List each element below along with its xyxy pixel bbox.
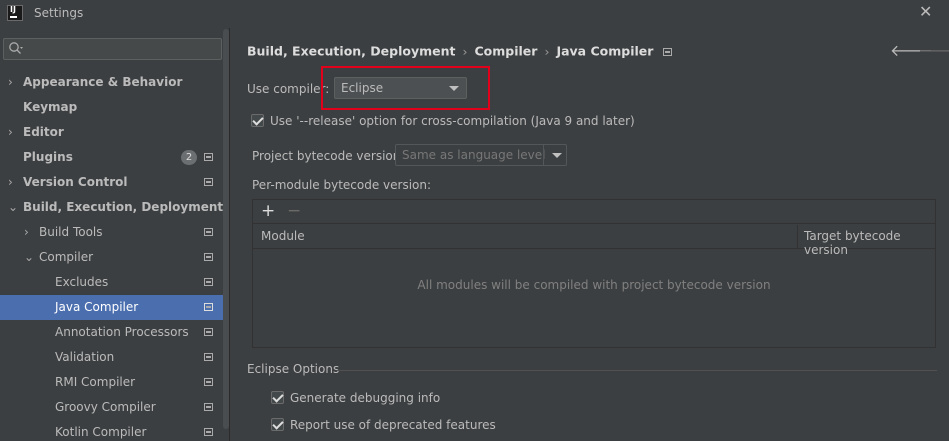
report-deprecated-checkbox[interactable] <box>271 418 284 431</box>
project-settings-icon <box>204 303 213 311</box>
sidebar-item-build-execution-deployment[interactable]: ⌄ Build, Execution, Deployment <box>0 195 229 220</box>
sidebar-item-appearance-behavior[interactable]: › Appearance & Behavior <box>0 70 229 95</box>
section-divider <box>337 370 937 371</box>
sidebar-scrollbar[interactable] <box>223 29 229 429</box>
chevron-right-icon: › <box>462 43 468 59</box>
eclipse-options-title: Eclipse Options <box>247 362 340 376</box>
column-header-target-bytecode[interactable]: Target bytecode version <box>804 229 935 257</box>
generate-debug-checkbox[interactable] <box>271 391 284 404</box>
sidebar-item-label: Appearance & Behavior <box>23 75 183 89</box>
sidebar-item-rmi-compiler[interactable]: RMI Compiler <box>0 370 229 395</box>
search-input[interactable] <box>3 38 222 60</box>
chevron-right-icon: › <box>8 75 13 89</box>
generate-debug-label: Generate debugging info <box>290 391 441 405</box>
settings-content: Build, Execution, Deployment › Compiler › Ja… <box>231 28 949 441</box>
settings-sidebar: › Appearance & Behavior Keymap › Editor … <box>0 28 230 441</box>
project-settings-icon <box>204 153 213 161</box>
sidebar-item-label: Plugins <box>23 150 73 164</box>
sidebar-item-label: Java Compiler <box>55 300 139 314</box>
sidebar-item-java-compiler[interactable]: Java Compiler <box>0 295 229 320</box>
column-header-module[interactable]: Module <box>261 229 305 243</box>
sidebar-item-groovy-compiler[interactable]: Groovy Compiler <box>0 395 229 420</box>
highlight-box <box>321 66 490 110</box>
project-settings-icon <box>204 228 213 236</box>
chevron-down-icon: ⌄ <box>24 250 35 264</box>
project-bytecode-select[interactable]: Same as language level <box>395 144 567 166</box>
table-toolbar: + − <box>253 200 935 224</box>
sidebar-item-plugins[interactable]: Plugins 2 <box>0 145 229 170</box>
release-option-checkbox[interactable] <box>251 114 264 127</box>
dropdown-arrow-icon <box>552 153 562 158</box>
sidebar-item-version-control[interactable]: › Version Control <box>0 170 229 195</box>
chevron-right-icon: › <box>544 43 550 59</box>
search-icon <box>9 42 23 54</box>
per-module-label: Per-module bytecode version: <box>252 178 432 192</box>
release-option-label: Use '--release' option for cross-compila… <box>270 114 635 128</box>
project-settings-icon <box>204 253 213 261</box>
sidebar-item-label: Build, Execution, Deployment <box>23 200 224 214</box>
sidebar-item-label: Validation <box>55 350 115 364</box>
breadcrumb-item[interactable]: Compiler <box>474 44 537 59</box>
intellij-logo-icon <box>7 5 23 21</box>
sidebar-item-label: RMI Compiler <box>55 375 136 389</box>
chevron-right-icon: › <box>8 175 13 189</box>
project-settings-icon <box>204 278 213 286</box>
plugins-count-badge: 2 <box>181 150 197 165</box>
project-bytecode-value: Same as language level <box>402 148 546 162</box>
sidebar-item-excludes[interactable]: Excludes <box>0 270 229 295</box>
chevron-down-icon: ⌄ <box>8 200 19 214</box>
per-module-table: + − Module Target bytecode version All m… <box>252 199 936 348</box>
sidebar-item-label: Annotation Processors <box>55 325 189 339</box>
column-divider <box>797 225 798 249</box>
sidebar-item-label: Build Tools <box>39 225 103 239</box>
project-bytecode-label: Project bytecode version: <box>252 149 405 163</box>
chevron-right-icon: › <box>8 125 13 139</box>
sidebar-item-label: Compiler <box>39 250 94 264</box>
project-settings-icon <box>663 47 673 56</box>
sidebar-item-label: Kotlin Compiler <box>55 425 147 439</box>
window-title: Settings <box>34 6 84 20</box>
sidebar-item-validation[interactable]: Validation <box>0 345 229 370</box>
sidebar-item-editor[interactable]: › Editor <box>0 120 229 145</box>
project-settings-icon <box>204 328 213 336</box>
breadcrumb: Build, Execution, Deployment › Compiler › Ja… <box>247 42 673 60</box>
project-settings-icon <box>204 403 213 411</box>
project-settings-icon <box>204 378 213 386</box>
report-deprecated-label: Report use of deprecated features <box>290 418 496 432</box>
sidebar-item-keymap[interactable]: Keymap <box>0 95 229 120</box>
add-icon[interactable]: + <box>261 201 275 221</box>
breadcrumb-item[interactable]: Build, Execution, Deployment <box>247 44 455 59</box>
breadcrumb-item: Java Compiler <box>556 43 654 59</box>
sidebar-item-label: Editor <box>23 125 64 139</box>
sidebar-item-label: Keymap <box>23 100 78 114</box>
sidebar-item-label: Excludes <box>55 275 109 289</box>
sidebar-item-label: Version Control <box>23 175 128 189</box>
forward-arrow-icon[interactable]: 🡒 <box>918 40 949 60</box>
sidebar-item-label: Groovy Compiler <box>55 400 156 414</box>
sidebar-item-build-tools[interactable]: › Build Tools <box>0 220 229 245</box>
close-icon[interactable]: ✕ <box>919 3 935 21</box>
sidebar-item-compiler[interactable]: ⌄ Compiler <box>0 245 229 270</box>
project-settings-icon <box>204 428 213 436</box>
table-header: Module Target bytecode version <box>253 225 935 257</box>
project-settings-icon <box>204 353 213 361</box>
title-bar: Settings ✕ <box>0 0 949 28</box>
project-settings-icon <box>204 178 213 186</box>
chevron-right-icon: › <box>24 225 29 239</box>
sidebar-item-kotlin-compiler[interactable]: Kotlin Compiler <box>0 420 229 441</box>
remove-icon[interactable]: − <box>287 201 301 221</box>
table-empty-text: All modules will be compiled with projec… <box>417 278 771 292</box>
use-compiler-label: Use compiler: <box>247 82 330 96</box>
sidebar-item-annotation-processors[interactable]: Annotation Processors <box>0 320 229 345</box>
